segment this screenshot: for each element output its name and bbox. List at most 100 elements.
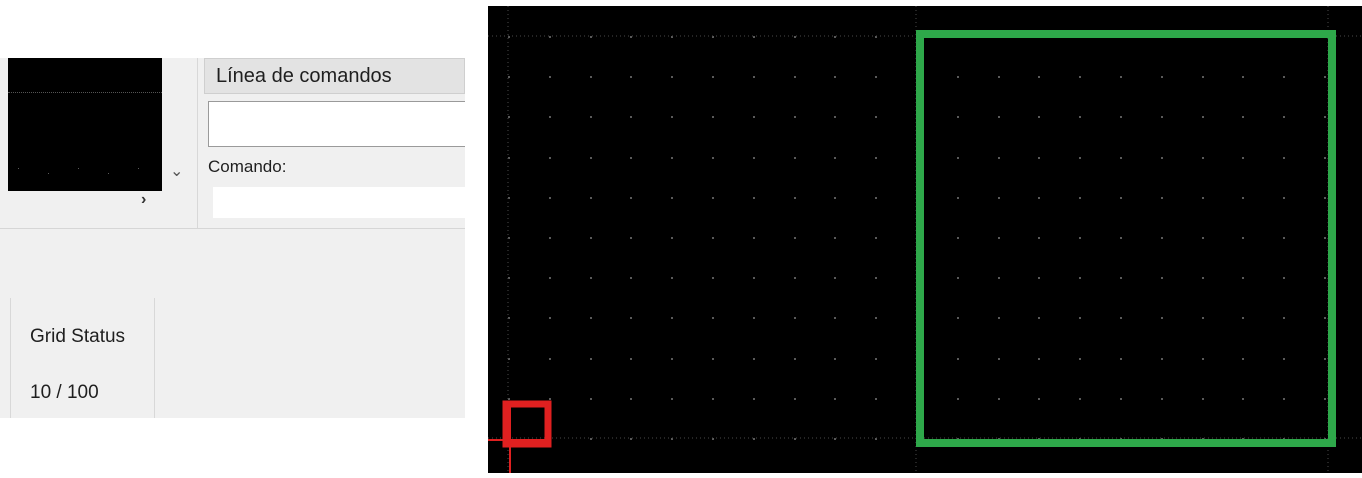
grid-dot (1120, 358, 1122, 360)
grid-dot (549, 157, 551, 159)
grid-dot (794, 398, 796, 400)
grid-dot (1202, 277, 1204, 279)
grid-dot (630, 116, 632, 118)
grid-dot (712, 237, 714, 239)
grid-dot (957, 157, 959, 159)
grid-dot (875, 76, 877, 78)
grid-dot (630, 36, 632, 38)
grid-dot (549, 116, 551, 118)
grid-dot (794, 197, 796, 199)
grid-dot (998, 398, 1000, 400)
grid-dot (794, 116, 796, 118)
grid-dot (1120, 116, 1122, 118)
grid-dot (712, 277, 714, 279)
grid-dot (875, 358, 877, 360)
grid-dot (957, 358, 959, 360)
grid-dot (671, 237, 673, 239)
grid-dot (957, 197, 959, 199)
grid-dot (834, 277, 836, 279)
grid-dot (875, 197, 877, 199)
grid-dot (998, 317, 1000, 319)
drawing-canvas[interactable] (488, 6, 1362, 473)
navigator-grid-dot (18, 168, 19, 169)
grid-dot (1283, 358, 1285, 360)
grid-dot (1161, 237, 1163, 239)
grid-dot (1161, 157, 1163, 159)
status-column-edge (10, 298, 11, 418)
grid-dot (1324, 398, 1326, 400)
grid-dot (590, 197, 592, 199)
grid-dot (794, 157, 796, 159)
command-input[interactable] (213, 187, 465, 218)
navigator-guide-line (8, 92, 162, 93)
grid-dot (549, 358, 551, 360)
chevron-right-icon[interactable]: › (141, 192, 146, 208)
drawing-canvas-svg[interactable] (488, 6, 1362, 473)
grid-dot (671, 157, 673, 159)
grid-dot (712, 76, 714, 78)
grid-dot (957, 76, 959, 78)
grid-dot (1161, 76, 1163, 78)
grid-dot (998, 157, 1000, 159)
grid-dot (753, 76, 755, 78)
grid-dot (794, 358, 796, 360)
grid-dot (1242, 157, 1244, 159)
grid-dot (1242, 398, 1244, 400)
grid-dot (1120, 398, 1122, 400)
grid-dot (998, 197, 1000, 199)
grid-dot (549, 237, 551, 239)
grid-dot (508, 76, 510, 78)
grid-dot (1202, 197, 1204, 199)
command-line-title: Línea de comandos (216, 65, 392, 87)
navigator-grid-dot (48, 173, 49, 174)
grid-dot (1202, 398, 1204, 400)
panel-splitter[interactable] (197, 58, 198, 228)
crosshair-cursor-icon (488, 400, 552, 473)
grid-dot (1120, 237, 1122, 239)
grid-dot (1202, 317, 1204, 319)
grid-dot (753, 398, 755, 400)
grid-dot (1242, 116, 1244, 118)
grid-dot (1038, 116, 1040, 118)
grid-dot (1324, 358, 1326, 360)
grid-dot (549, 197, 551, 199)
grid-dot (957, 317, 959, 319)
grid-dot (1038, 277, 1040, 279)
grid-dot (671, 358, 673, 360)
grid-dot (712, 358, 714, 360)
grid-dot (712, 116, 714, 118)
grid-dot (630, 237, 632, 239)
grid-dot (671, 116, 673, 118)
chevron-down-icon[interactable]: ⌄ (170, 164, 183, 180)
grid-dot (1283, 116, 1285, 118)
navigator-preview[interactable] (8, 58, 162, 191)
grid-dot (957, 116, 959, 118)
grid-dot (794, 317, 796, 319)
grid-dot (508, 116, 510, 118)
grid-dot (753, 277, 755, 279)
grid-dot (1324, 237, 1326, 239)
grid-dot (671, 197, 673, 199)
grid-dot (1283, 398, 1285, 400)
navigator-grid-dot (78, 168, 79, 169)
selection-rectangle[interactable] (916, 30, 1336, 447)
grid-dot (875, 398, 877, 400)
grid-dot (998, 76, 1000, 78)
grid-dot (1120, 197, 1122, 199)
grid-dot (1079, 277, 1081, 279)
command-line-header: Línea de comandos (204, 58, 465, 94)
grid-dot (712, 157, 714, 159)
grid-dot (590, 157, 592, 159)
grid-dot (794, 438, 796, 440)
grid-dot (671, 398, 673, 400)
command-history[interactable] (208, 101, 465, 147)
grid-dot (1079, 398, 1081, 400)
grid-dot (834, 398, 836, 400)
grid-status-value: 10 / 100 (30, 382, 99, 403)
grid-dot (1202, 157, 1204, 159)
grid-dot (1283, 237, 1285, 239)
grid-dot (1202, 76, 1204, 78)
grid-dot (753, 197, 755, 199)
grid-dot (794, 277, 796, 279)
grid-dot (1283, 197, 1285, 199)
